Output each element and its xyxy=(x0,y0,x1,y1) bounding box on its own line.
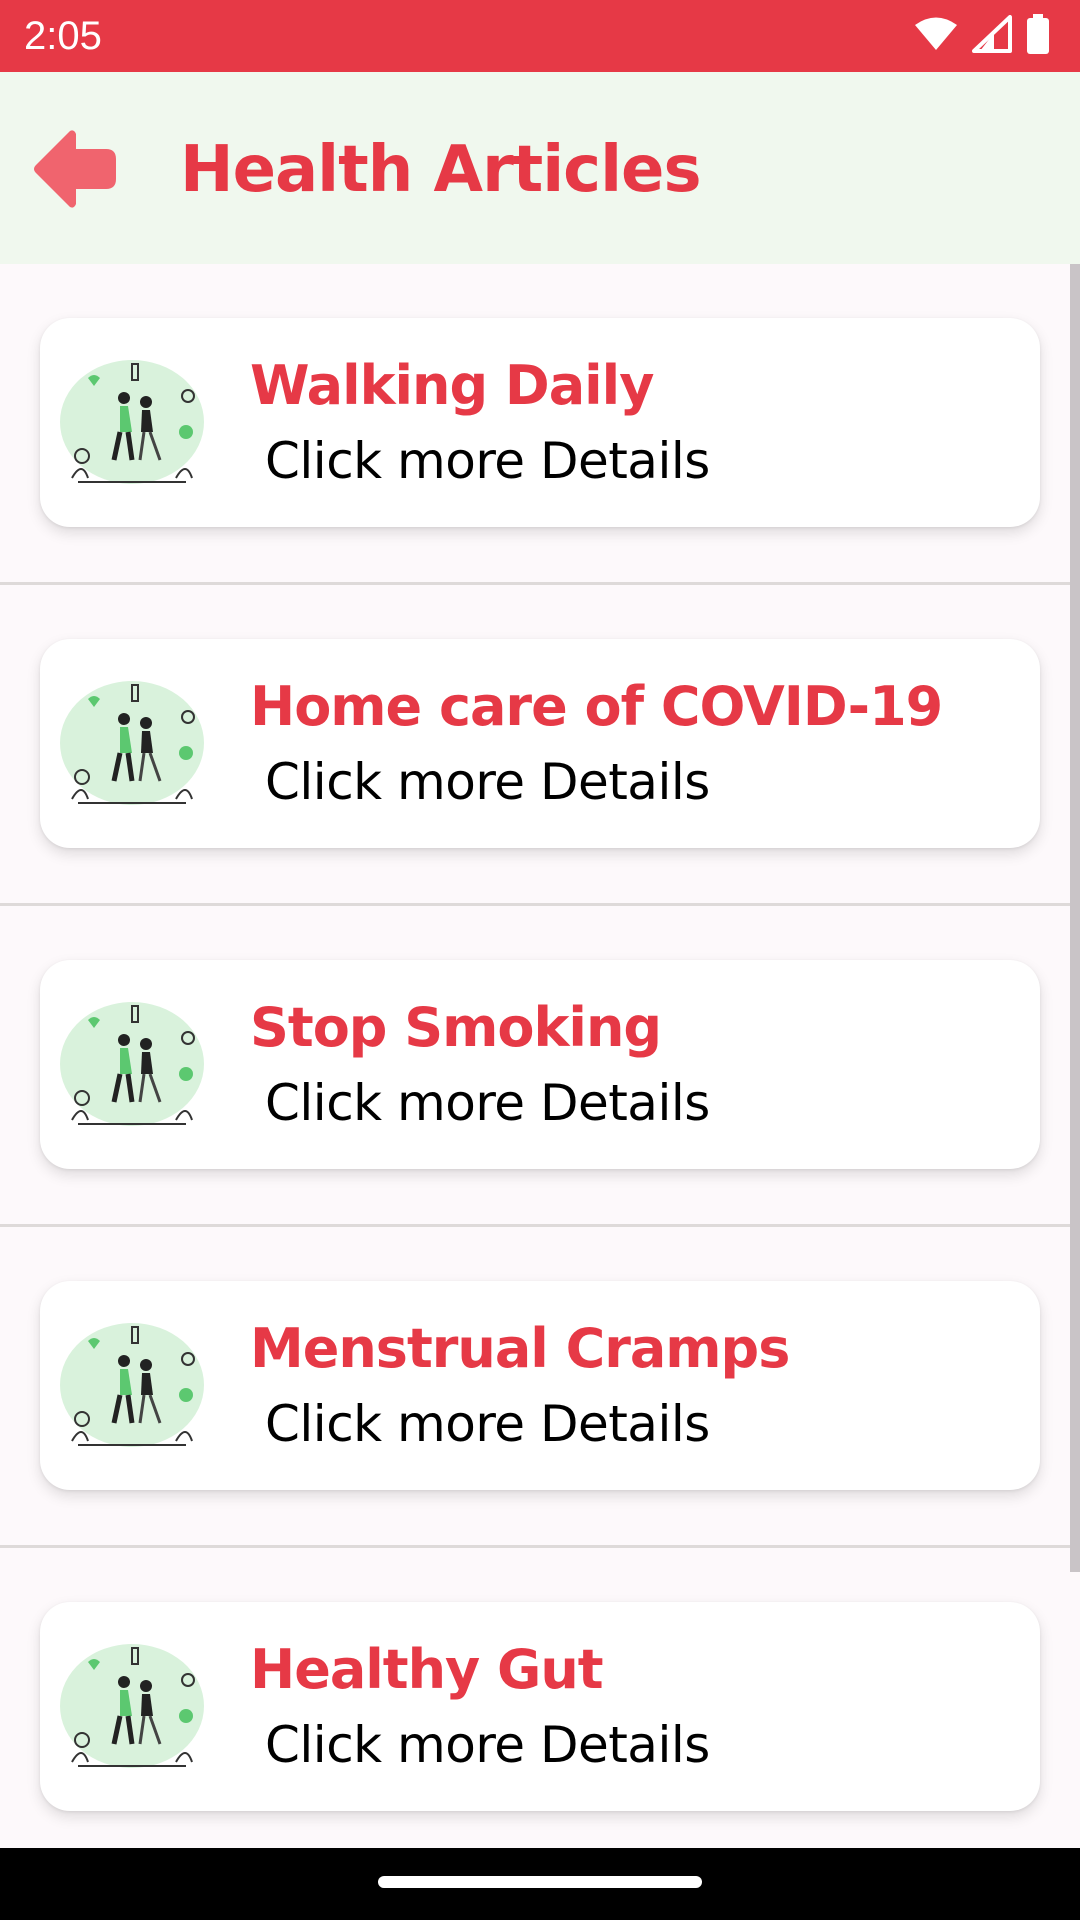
page-title: Health Articles xyxy=(180,133,702,207)
signal-icon xyxy=(972,15,1012,57)
article-subtitle: Click more Details xyxy=(265,1395,710,1453)
app-bar: Health Articles xyxy=(0,72,1080,264)
article-title: Healthy Gut xyxy=(250,1638,604,1701)
article-subtitle: Click more Details xyxy=(265,753,710,811)
article-title: Home care of COVID-19 xyxy=(250,675,943,738)
article-card-home-care-covid[interactable]: Home care of COVID-19 Click more Details xyxy=(40,639,1040,848)
article-list[interactable]: Walking Daily Click more Details Home ca… xyxy=(0,264,1080,1848)
walking-couple-illustration xyxy=(60,1323,204,1447)
article-subtitle: Click more Details xyxy=(265,432,710,490)
status-icons xyxy=(914,14,1050,58)
article-subtitle: Click more Details xyxy=(265,1716,710,1774)
scrollbar[interactable] xyxy=(1070,264,1080,1572)
walking-couple-illustration xyxy=(60,681,204,805)
home-indicator[interactable] xyxy=(378,1876,702,1888)
back-arrow-icon xyxy=(34,130,116,208)
walking-couple-illustration xyxy=(60,1002,204,1126)
wifi-icon xyxy=(914,16,958,56)
navigation-bar xyxy=(0,1848,1080,1920)
article-subtitle: Click more Details xyxy=(265,1074,710,1132)
back-button[interactable] xyxy=(30,124,120,214)
article-title: Stop Smoking xyxy=(250,996,662,1059)
walking-couple-illustration xyxy=(60,360,204,484)
article-title: Walking Daily xyxy=(250,354,654,417)
list-item: Healthy Gut Click more Details xyxy=(0,1548,1070,1848)
battery-icon xyxy=(1026,14,1050,58)
article-card-healthy-gut[interactable]: Healthy Gut Click more Details xyxy=(40,1602,1040,1811)
article-card-stop-smoking[interactable]: Stop Smoking Click more Details xyxy=(40,960,1040,1169)
list-item: Walking Daily Click more Details xyxy=(0,264,1070,585)
walking-couple-illustration xyxy=(60,1644,204,1768)
list-item: Stop Smoking Click more Details xyxy=(0,906,1070,1227)
list-item: Home care of COVID-19 Click more Details xyxy=(0,585,1070,906)
article-card-walking-daily[interactable]: Walking Daily Click more Details xyxy=(40,318,1040,527)
article-title: Menstrual Cramps xyxy=(250,1317,790,1380)
status-bar: 2:05 xyxy=(0,0,1080,72)
status-time: 2:05 xyxy=(24,14,102,58)
article-card-menstrual-cramps[interactable]: Menstrual Cramps Click more Details xyxy=(40,1281,1040,1490)
list-item: Menstrual Cramps Click more Details xyxy=(0,1227,1070,1548)
